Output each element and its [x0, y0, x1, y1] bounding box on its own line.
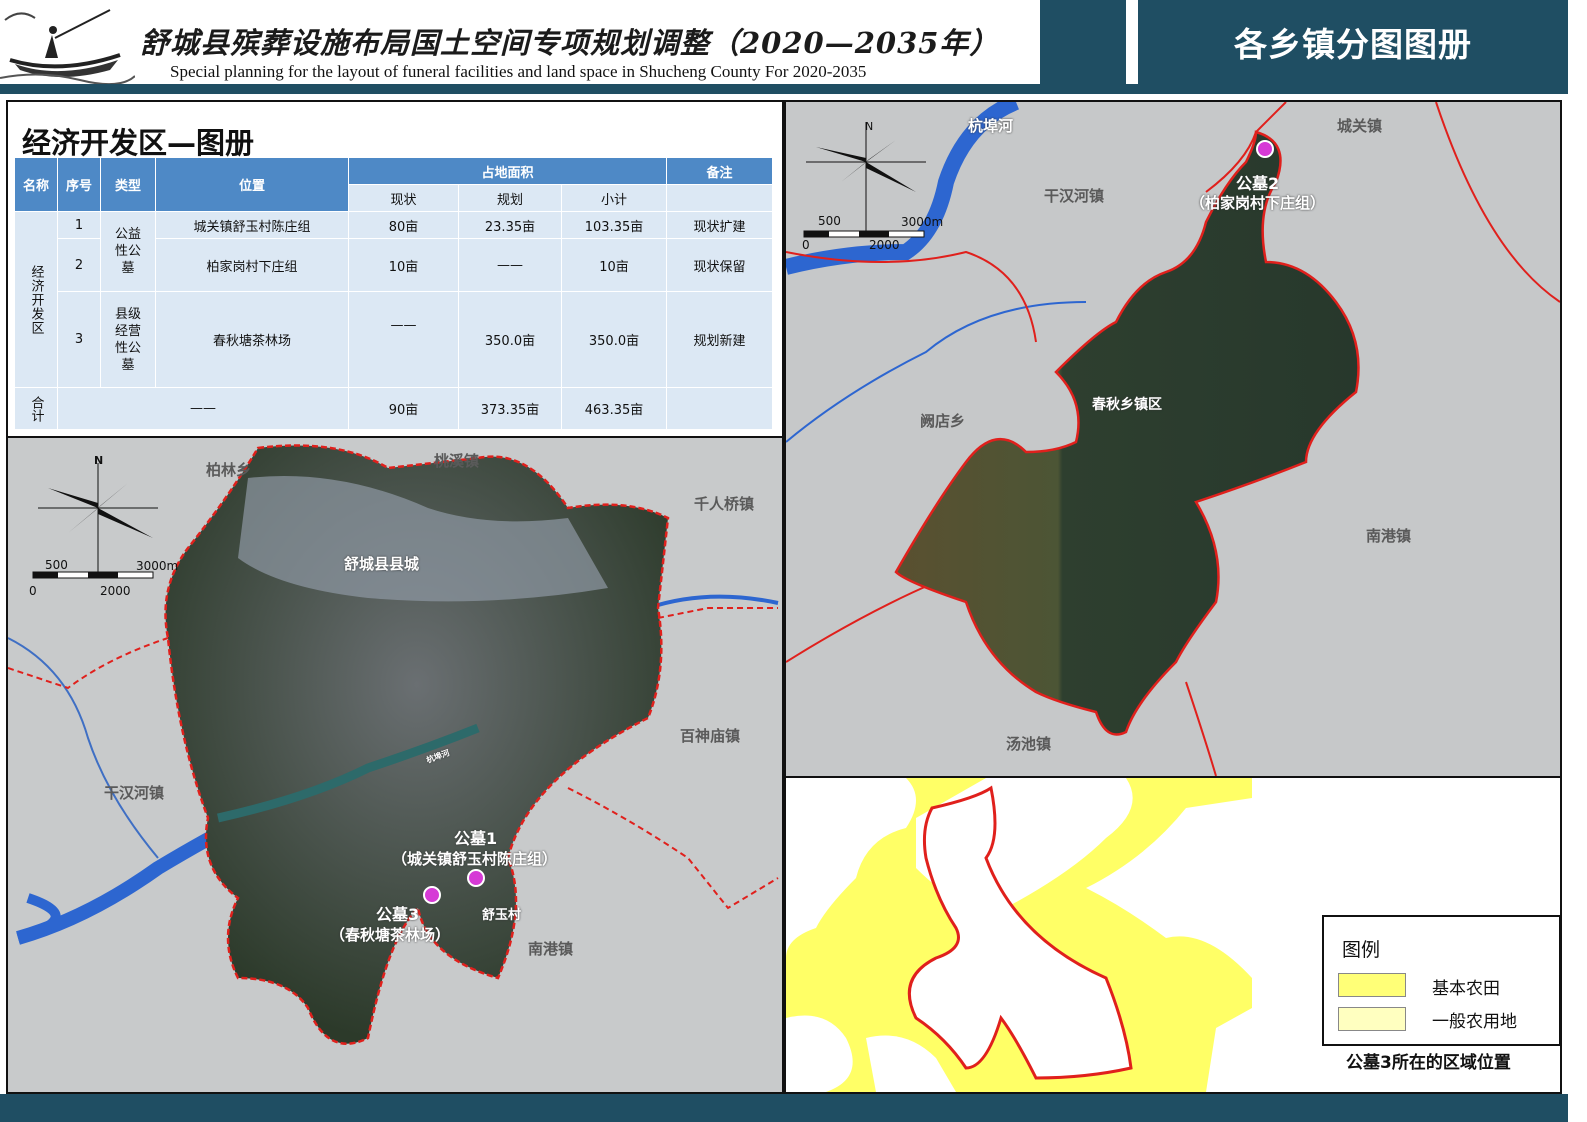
town-label: 干汉河镇 [1044, 187, 1105, 205]
subtotal-cell: 350.0亩 [561, 291, 667, 388]
left-map-canvas [8, 438, 782, 1092]
note-cell: 规划新建 [666, 291, 773, 388]
scale-lower-label: 2000 [100, 584, 131, 598]
site-3-desc: （春秋塘茶林场） [330, 926, 451, 944]
total-status-cell: 90亩 [348, 387, 459, 430]
seq-cell: 1 [57, 211, 101, 239]
site-1-name: 公墓1 [454, 829, 498, 848]
total-plan-cell: 373.35亩 [458, 387, 562, 430]
document-subtitle: Special planning for the layout of funer… [170, 62, 867, 81]
town-label: 桃溪镇 [434, 452, 480, 470]
document-title: 舒城县殡葬设施布局国土空间专项规划调整（2020—2035年） [140, 26, 1000, 60]
scale-zero-label: 0 [802, 238, 810, 252]
town-label: 阙店乡 [920, 412, 966, 430]
scale-zero-label: 0 [29, 584, 37, 598]
legend-title: 图例 [1342, 939, 1381, 961]
header-note-blank [666, 184, 773, 212]
county-seat-label: 舒城县县城 [344, 555, 420, 573]
town-label: 城关镇 [1337, 117, 1383, 135]
header-type: 类型 [100, 157, 156, 212]
type-cell: 公益性公墓 [100, 211, 156, 292]
table-row: 经济开发区 1 公益性公墓 城关镇舒玉村陈庄组 80亩 23.35亩 103.3… [14, 211, 773, 388]
subtotal-cell: 103.35亩 [561, 211, 667, 239]
header-plan: 规划 [458, 184, 562, 212]
status-cell: 80亩 [348, 211, 459, 239]
site-2-desc: （柏家岗村下庄组） [1190, 194, 1326, 212]
town-label: 南港镇 [528, 940, 574, 958]
atlas-section-title: 各乡镇分图图册 [1138, 0, 1568, 84]
status-cell: —— [348, 291, 459, 388]
location-cell: 春秋塘茶林场 [155, 291, 349, 388]
location-cell: 城关镇舒玉村陈庄组 [155, 211, 349, 239]
footer-bar [0, 1094, 1568, 1122]
town-label: 干汉河镇 [104, 784, 165, 802]
seq-cell: 2 [57, 238, 101, 292]
scale-end-label: 3000m [136, 559, 179, 573]
left-map-panel: N 500 3000m 0 2000 柏林乡 桃溪镇 千人桥镇 舒城县县城 百神… [6, 436, 784, 1094]
table-total-row: 合计 —— 90亩 373.35亩 463.35亩 [14, 387, 773, 430]
scale-end-label: 3000m [901, 215, 944, 229]
site-marker-2[interactable] [1256, 140, 1274, 158]
site-3-name: 公墓3 [376, 905, 420, 924]
plan-cell: 350.0亩 [458, 291, 562, 388]
table-row: 3 县级经营性公墓 春秋塘茶林场 —— 350.0亩 350.0亩 规划新建 [15, 291, 773, 388]
north-label: N [94, 454, 104, 467]
header-subtotal: 小计 [561, 184, 667, 212]
note-cell: 现状保留 [666, 238, 773, 292]
farmland-map-canvas [786, 778, 1252, 1092]
scale-mid-label: 500 [818, 214, 841, 228]
type-cell: 县级经营性公墓 [100, 291, 156, 388]
header-logo [0, 0, 136, 86]
status-cell: 10亩 [348, 238, 459, 292]
header-note: 备注 [666, 157, 773, 185]
site-2-name: 公墓2 [1236, 174, 1280, 193]
cemetery-table: 名称 序号 类型 位置 占地面积 备注 现状 规划 小计 经济开发区 1 公益性… [14, 157, 773, 430]
site-marker-1[interactable] [467, 869, 485, 887]
header-bar [0, 84, 1568, 94]
scale-bar-icon [32, 571, 154, 579]
legend-swatch-general-farmland [1338, 1007, 1406, 1031]
legend-box: 图例 基本农田 一般农用地 [1322, 915, 1561, 1046]
header-location: 位置 [155, 157, 349, 212]
header-area: 占地面积 [348, 157, 667, 185]
total-label-cell: 合计 [14, 387, 58, 430]
boat-fisherman-icon [0, 9, 136, 86]
subtotal-cell: 10亩 [561, 238, 667, 292]
site-marker-3[interactable] [423, 886, 441, 904]
location-cell: 柏家岗村下庄组 [155, 238, 349, 292]
right-map-panel: N 500 3000m 0 2000 杭埠河 城关镇 干汉河镇 阙店乡 春秋乡镇… [784, 100, 1562, 778]
town-label: 百神庙镇 [680, 727, 741, 745]
farmland-caption: 公墓3所在的区域位置 [1346, 1053, 1511, 1073]
header-seq: 序号 [57, 157, 101, 212]
scale-lower-label: 2000 [869, 238, 900, 252]
seq-cell: 3 [57, 291, 101, 388]
table-panel-title: 经济开发区—图册 [22, 126, 255, 160]
village-label: 舒玉村 [482, 908, 522, 923]
scale-bar-icon [803, 230, 925, 238]
legend-label: 一般农用地 [1432, 1012, 1517, 1032]
plan-cell: —— [458, 238, 562, 292]
town-label: 南港镇 [1366, 527, 1412, 545]
cemetery-table-wrap: 名称 序号 类型 位置 占地面积 备注 现状 规划 小计 经济开发区 1 公益性… [14, 157, 773, 430]
legend-swatch-basic-farmland [1338, 973, 1406, 997]
right-map-canvas [786, 102, 1560, 776]
header-divider-block [1040, 0, 1126, 84]
scale-mid-label: 500 [45, 558, 68, 572]
total-subtotal-cell: 463.35亩 [561, 387, 667, 430]
total-middle-cell: —— [57, 387, 349, 430]
total-note-cell [666, 387, 773, 430]
group-name-cell: 经济开发区 [14, 211, 58, 388]
legend-label: 基本农田 [1432, 979, 1500, 999]
town-label: 春秋乡镇区 [1092, 397, 1162, 413]
header-name: 名称 [14, 157, 58, 212]
north-label: N [865, 120, 874, 133]
river-label: 杭埠河 [968, 117, 1014, 135]
town-label: 柏林乡 [206, 461, 252, 479]
plan-cell: 23.35亩 [458, 211, 562, 239]
note-cell: 现状扩建 [666, 211, 773, 239]
town-label: 汤池镇 [1006, 735, 1052, 753]
town-label: 千人桥镇 [694, 495, 755, 513]
site-1-desc: （城关镇舒玉村陈庄组） [392, 850, 558, 868]
header-status: 现状 [348, 184, 459, 212]
